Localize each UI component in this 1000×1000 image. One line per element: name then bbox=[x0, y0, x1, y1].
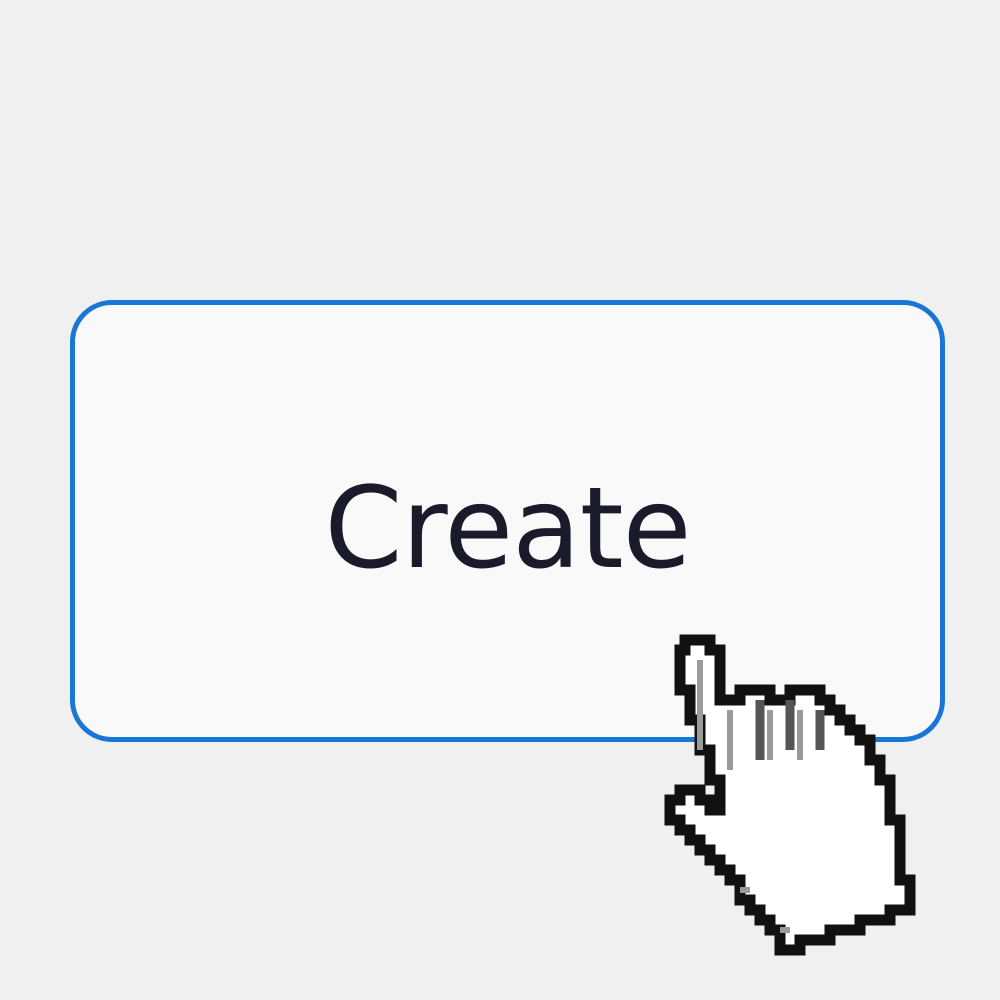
hand-pointer-icon bbox=[664, 634, 916, 956]
screen-background: Create bbox=[0, 0, 1000, 1000]
create-button-label: Create bbox=[324, 464, 691, 594]
